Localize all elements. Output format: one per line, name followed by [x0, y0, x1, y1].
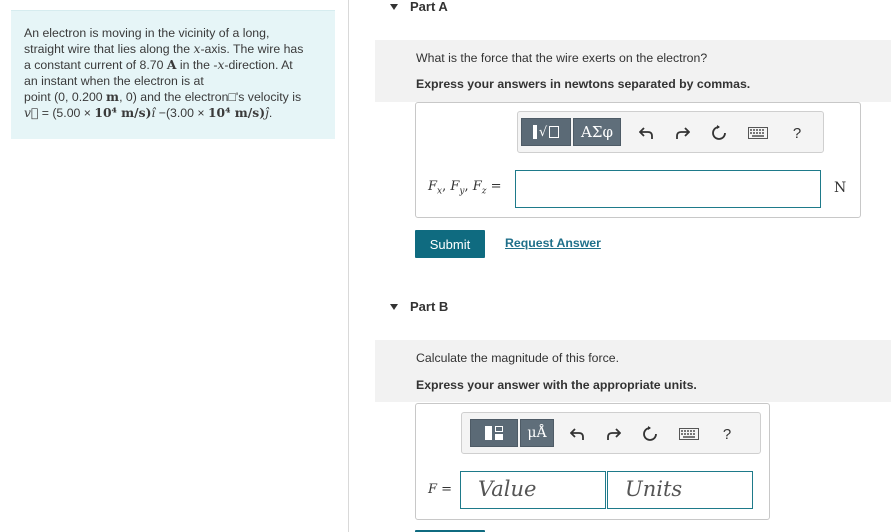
- problem-line-5: point (0, 0.200 m, 0) and the electron□'…: [24, 89, 302, 104]
- part-b-band: [375, 340, 891, 402]
- part-a-band: [375, 40, 891, 102]
- templates-button[interactable]: [470, 419, 518, 447]
- problem-line-3: a constant current of 8.70 A in the -x-d…: [24, 57, 293, 72]
- request-answer-link[interactable]: Request Answer: [505, 236, 601, 250]
- reset-icon[interactable]: [640, 424, 660, 444]
- part-b-variable-label: F =: [428, 482, 453, 497]
- part-b-question: Calculate the magnitude of this force.: [416, 351, 620, 365]
- part-b-header[interactable]: Part B: [390, 299, 448, 314]
- templates-button[interactable]: √: [521, 118, 571, 146]
- problem-statement: An electron is moving in the vicinity of…: [11, 10, 335, 139]
- template-icon: [485, 426, 503, 440]
- undo-icon[interactable]: [567, 424, 587, 444]
- part-b-toolbar: μÅ ?: [461, 412, 761, 454]
- undo-icon[interactable]: [636, 123, 656, 143]
- problem-line-6: v⃗ = (5.00 × 10⁴ m/s)î −(3.00 × 10⁴ m/s)…: [24, 105, 273, 120]
- part-a-instruction: Express your answers in newtons separate…: [416, 77, 751, 91]
- caret-down-icon: [390, 3, 398, 10]
- reset-icon[interactable]: [709, 123, 729, 143]
- part-a-unit-label: N: [834, 180, 847, 196]
- part-a-header[interactable]: Part A: [390, 0, 448, 14]
- greek-symbols-button[interactable]: ΑΣφ: [573, 118, 621, 146]
- part-a-title: Part A: [410, 0, 448, 14]
- part-a-question: What is the force that the wire exerts o…: [416, 51, 708, 65]
- keyboard-icon[interactable]: [746, 123, 770, 143]
- part-a-toolbar: √ ΑΣφ ?: [517, 111, 824, 153]
- caret-down-icon: [390, 303, 398, 310]
- problem-line-2: straight wire that lies along the x-axis…: [24, 42, 304, 56]
- part-a-variable-label: Fx, Fy, Fz =: [428, 179, 502, 197]
- panel-divider: [348, 0, 349, 532]
- keyboard-icon[interactable]: [677, 424, 701, 444]
- part-b-answer-box: μÅ ? F = Value Units: [415, 403, 770, 520]
- help-button[interactable]: ?: [787, 123, 807, 143]
- submit-button[interactable]: Submit: [415, 230, 485, 258]
- redo-icon[interactable]: [673, 123, 693, 143]
- template-icon: √: [532, 125, 560, 140]
- part-a-answer-input[interactable]: [515, 170, 821, 208]
- units-button[interactable]: μÅ: [520, 419, 554, 447]
- problem-line-4: an instant when the electron is at: [24, 74, 204, 88]
- units-input[interactable]: Units: [607, 471, 753, 509]
- part-b-title: Part B: [410, 299, 449, 314]
- problem-line-1: An electron is moving in the vicinity of…: [24, 26, 270, 40]
- redo-icon[interactable]: [604, 424, 624, 444]
- value-input[interactable]: Value: [460, 471, 606, 509]
- help-button[interactable]: ?: [717, 424, 737, 444]
- part-b-instruction: Express your answer with the appropriate…: [416, 378, 697, 392]
- part-a-answer-box: √ ΑΣφ ? Fx, Fy, Fz = N: [415, 102, 861, 218]
